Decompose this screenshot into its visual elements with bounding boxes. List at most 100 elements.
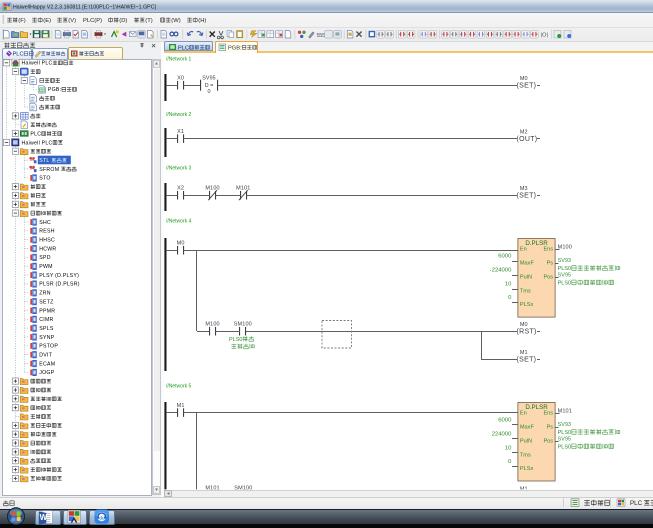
- svg-text://Network 4: //Network 4: [166, 219, 192, 225]
- svg-text:|O|: |O|: [541, 33, 549, 39]
- svg-text:PulN: PulN: [520, 438, 532, 444]
- svg-text:PLC: PLC: [178, 45, 189, 51]
- svg-text:10: 10: [505, 282, 512, 288]
- svg-text:Tms: Tms: [520, 452, 531, 458]
- svg-text:Ps: Ps: [547, 424, 554, 430]
- svg-text:224000: 224000: [492, 431, 512, 437]
- svg-text:SV95: SV95: [558, 437, 572, 443]
- svg-text:En: En: [520, 410, 527, 416]
- svg-text:PLC(P): PLC(P): [83, 18, 102, 24]
- svg-text:M101: M101: [236, 186, 250, 192]
- svg-text:-224000: -224000: [490, 268, 512, 274]
- svg-text:Ens: Ens: [543, 247, 553, 253]
- svg-text:M101: M101: [558, 408, 572, 414]
- svg-text:PWM: PWM: [39, 264, 52, 270]
- svg-text:Pos: Pos: [543, 438, 553, 444]
- svg-text:PLS0: PLS0: [229, 337, 242, 343]
- svg-text:SM100: SM100: [234, 322, 252, 328]
- svg-text://Network 1: //Network 1: [166, 57, 192, 63]
- svg-text:(V): (V): [68, 18, 76, 24]
- svg-text:M1: M1: [520, 486, 528, 492]
- svg-text:PLS0: PLS0: [558, 430, 571, 436]
- svg-text:PGB:: PGB:: [48, 87, 61, 93]
- svg-text:SHC: SHC: [39, 220, 51, 226]
- svg-text:M1: M1: [177, 403, 185, 409]
- svg-text:X2: X2: [177, 186, 184, 192]
- svg-text:(T): (T): [145, 18, 152, 24]
- svg-text:M3: M3: [520, 186, 528, 192]
- svg-text:(D): (D): [119, 18, 127, 24]
- svg-text:Tms: Tms: [520, 289, 531, 295]
- svg-text:PGB:: PGB:: [228, 45, 242, 51]
- svg-text:M100: M100: [558, 245, 572, 251]
- svg-text:CIMR: CIMR: [39, 317, 53, 323]
- svg-text:M101: M101: [205, 486, 219, 492]
- svg-text:X0: X0: [177, 76, 184, 82]
- svg-text:MaxF: MaxF: [520, 424, 535, 430]
- svg-text:Ens: Ens: [543, 410, 553, 416]
- svg-text:Ps: Ps: [547, 261, 554, 267]
- svg-text:STO: STO: [39, 176, 50, 182]
- svg-text:Haiwell PLC: Haiwell PLC: [22, 61, 53, 67]
- svg-text:(H): (H): [198, 18, 206, 24]
- svg-text:M0: M0: [177, 241, 185, 247]
- svg-text:PLSY (D.PLSY): PLSY (D.PLSY): [39, 273, 79, 279]
- svg-text:RESH: RESH: [39, 229, 54, 235]
- svg-text:M2: M2: [520, 129, 528, 135]
- svg-text:ECAM: ECAM: [39, 361, 55, 367]
- svg-text:HHSC: HHSC: [39, 238, 55, 244]
- svg-text:du: du: [99, 516, 105, 521]
- svg-text:ZRN: ZRN: [39, 291, 50, 297]
- svg-text:PLS0: PLS0: [558, 280, 571, 286]
- svg-text:STL: STL: [39, 158, 49, 164]
- svg-text:SV93: SV93: [558, 422, 572, 428]
- svg-text:SV95: SV95: [202, 75, 216, 81]
- svg-text:SPD: SPD: [39, 255, 50, 261]
- svg-text:PLSx: PLSx: [520, 466, 534, 472]
- svg-text:SFROM: SFROM: [39, 167, 59, 173]
- svg-text:M100: M100: [205, 322, 219, 328]
- svg-text:0: 0: [207, 89, 210, 95]
- svg-text:(SET): (SET): [517, 357, 537, 364]
- svg-text:SV93: SV93: [558, 258, 572, 264]
- svg-text:10: 10: [505, 445, 512, 451]
- svg-text:Pos: Pos: [543, 275, 553, 281]
- svg-text:En: En: [520, 247, 527, 253]
- svg-text:PLSx: PLSx: [520, 302, 534, 308]
- svg-text:PLC: PLC: [30, 131, 41, 137]
- svg-text:SV95: SV95: [558, 273, 572, 279]
- svg-text:M1: M1: [520, 350, 528, 356]
- svg-text:PLC: PLC: [630, 500, 643, 507]
- svg-text:(OUT): (OUT): [517, 136, 538, 143]
- svg-text:JOGP: JOGP: [39, 370, 54, 376]
- svg-text:6000: 6000: [498, 417, 512, 423]
- svg-text:W: W: [40, 513, 48, 522]
- svg-text:PLSR (D.PLSR): PLSR (D.PLSR): [39, 282, 79, 288]
- svg-text:D =: D =: [205, 83, 214, 89]
- svg-text:555: 555: [317, 33, 326, 39]
- svg-text:HCWR: HCWR: [39, 246, 56, 252]
- svg-text:PSTOP: PSTOP: [39, 344, 58, 350]
- svg-text:6000: 6000: [498, 254, 512, 260]
- svg-text:M0: M0: [520, 76, 528, 82]
- svg-text://Network 3: //Network 3: [166, 166, 192, 172]
- svg-text:PLC: PLC: [13, 52, 24, 58]
- svg-text:(SET): (SET): [517, 193, 537, 200]
- svg-text:PPMR: PPMR: [39, 308, 55, 314]
- svg-text:SPLS: SPLS: [39, 326, 54, 332]
- svg-text:M0: M0: [520, 322, 528, 328]
- svg-text:SETZ: SETZ: [39, 299, 53, 305]
- svg-text:X1: X1: [177, 129, 184, 135]
- svg-text:0: 0: [508, 459, 512, 465]
- svg-text:SYNP: SYNP: [39, 335, 54, 341]
- svg-text:0: 0: [508, 295, 512, 301]
- svg-text://Network 5: //Network 5: [166, 384, 192, 390]
- svg-text:M100: M100: [205, 186, 219, 192]
- svg-text:(F): (F): [18, 18, 25, 24]
- svg-text:PulN: PulN: [520, 275, 532, 281]
- svg-text:(SET): (SET): [517, 83, 537, 90]
- svg-text:SM100: SM100: [234, 486, 252, 492]
- svg-text:HaiwellHappy V2.2.3.160811 [E:: HaiwellHappy V2.2.3.160811 [E:\100PLC~1\…: [13, 5, 156, 11]
- svg-text:(RST): (RST): [517, 329, 537, 336]
- svg-text://Network 2: //Network 2: [166, 112, 192, 118]
